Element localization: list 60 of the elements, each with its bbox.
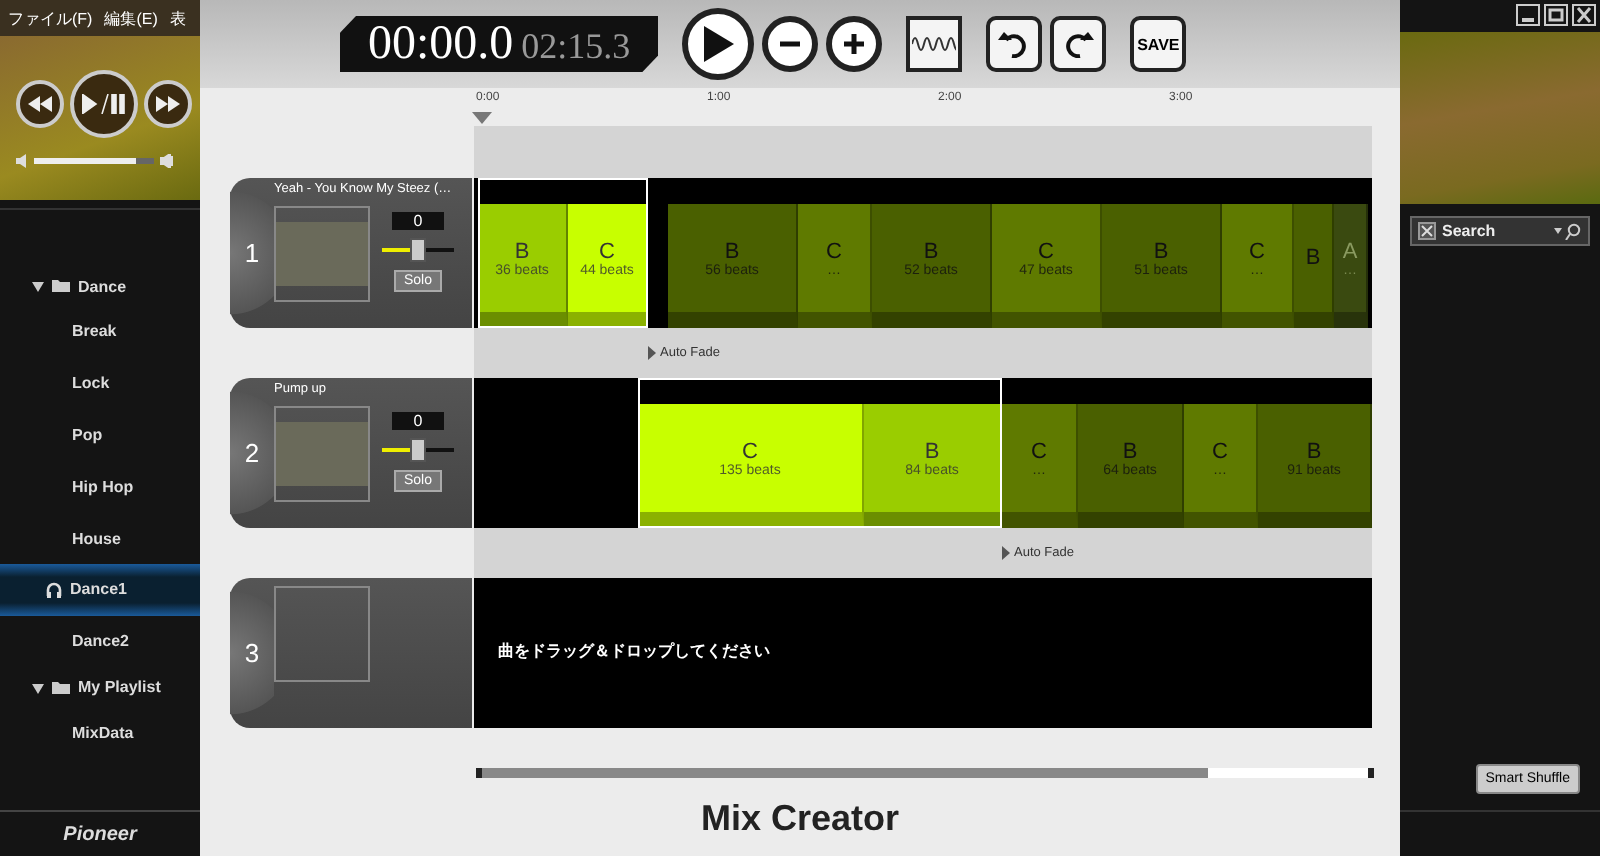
volume-slider[interactable] xyxy=(382,238,454,262)
triangle-icon xyxy=(648,346,656,360)
sidebar-item[interactable]: Lock xyxy=(0,357,200,410)
search-field[interactable]: Search xyxy=(1410,216,1590,246)
search-icon[interactable] xyxy=(1554,222,1582,240)
triangle-icon xyxy=(1002,546,1010,560)
photo-placeholder xyxy=(276,422,368,486)
maximize-icon[interactable] xyxy=(1544,4,1568,26)
save-button[interactable]: SAVE xyxy=(1130,16,1187,72)
photo-placeholder xyxy=(276,222,368,286)
volume-slider[interactable] xyxy=(382,438,454,462)
sidebar-item[interactable]: MixData xyxy=(0,707,200,759)
menu-item[interactable]: ファイル(F) xyxy=(8,7,93,29)
zoom-out-button[interactable] xyxy=(762,16,819,72)
speaker-loud-icon xyxy=(160,153,176,167)
undo-icon xyxy=(998,30,1031,58)
close-icon[interactable] xyxy=(1572,4,1596,26)
expand-triangle-icon[interactable] xyxy=(32,681,44,694)
volume-slider[interactable] xyxy=(34,157,154,163)
redo-icon xyxy=(1062,30,1095,58)
play-pause-icon xyxy=(82,93,126,113)
logo: Pioneer xyxy=(63,823,137,845)
sidebar-item[interactable]: Hip Hop xyxy=(0,460,200,513)
gain-readout: 0 xyxy=(392,412,444,430)
timer-display: 00:00.0 02:15.3 xyxy=(340,16,659,72)
clear-icon[interactable] xyxy=(1418,222,1436,240)
fast-forward-button[interactable] xyxy=(144,79,192,127)
gain-readout: 0 xyxy=(392,212,444,230)
folder-icon xyxy=(52,681,70,694)
rewind-icon xyxy=(28,95,52,111)
plus-icon xyxy=(842,32,867,56)
sidebar-item[interactable]: House xyxy=(0,512,200,564)
undo-button[interactable] xyxy=(986,16,1043,72)
redo-button[interactable] xyxy=(1050,16,1107,72)
search-input[interactable]: Search xyxy=(1442,222,1548,240)
waveform-icon xyxy=(912,32,957,56)
drop-hint: 曲をドラッグ＆ドロップしてください xyxy=(498,640,770,662)
expand-triangle-icon[interactable] xyxy=(32,280,44,292)
waveform-button[interactable] xyxy=(906,16,963,72)
dialog-title: Mix Creator xyxy=(698,798,902,840)
play-button[interactable] xyxy=(682,8,755,80)
sidebar-folder[interactable]: My Playlist xyxy=(0,667,200,708)
play-pause-button[interactable] xyxy=(70,69,138,137)
folder-icon xyxy=(52,280,70,292)
minimize-icon[interactable] xyxy=(1516,4,1540,26)
play-icon xyxy=(702,26,735,62)
fast-forward-icon xyxy=(156,95,180,111)
sidebar-folder[interactable]: Dance xyxy=(0,266,200,306)
speaker-icon xyxy=(16,153,28,167)
album-art-frame xyxy=(274,586,370,682)
sidebar-item[interactable]: Dance1 xyxy=(0,563,200,616)
zoom-in-button[interactable] xyxy=(826,16,883,72)
sidebar-item[interactable]: Pop xyxy=(0,409,200,461)
headphones-icon xyxy=(46,581,62,598)
sidebar-item[interactable]: Break xyxy=(0,306,200,358)
horizontal-scrollbar[interactable] xyxy=(476,767,1374,777)
menu-item[interactable]: 表 xyxy=(169,7,186,29)
rewind-button[interactable] xyxy=(16,79,64,127)
menu-item[interactable]: 編集(E) xyxy=(104,7,158,29)
sidebar-item[interactable]: Dance2 xyxy=(0,615,200,668)
